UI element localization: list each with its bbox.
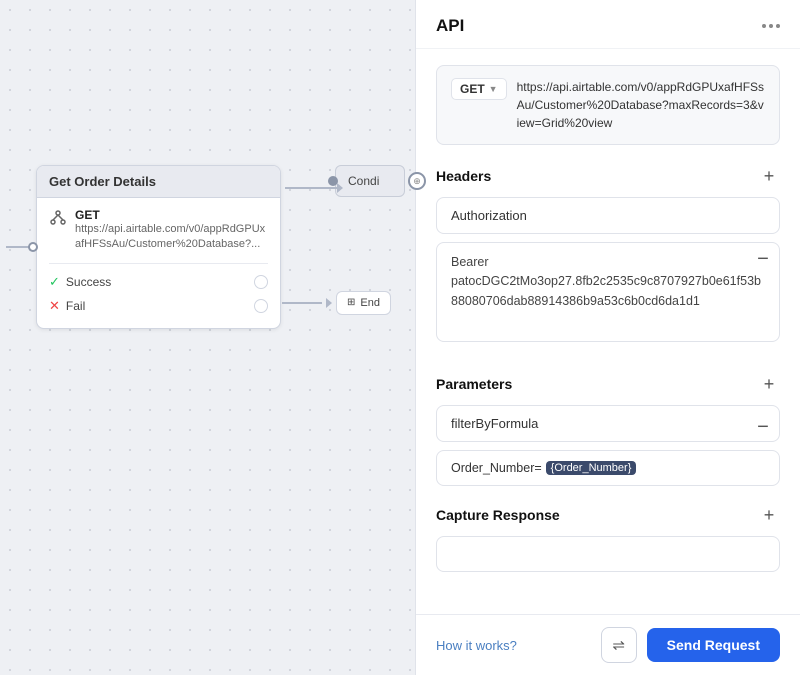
formula-tag[interactable]: {Order_Number} xyxy=(546,461,637,475)
headers-section-header: Headers + xyxy=(436,165,780,187)
fail-x-icon: ✕ xyxy=(49,298,60,314)
method-badge[interactable]: GET ▼ xyxy=(451,78,507,100)
parameters-add-button[interactable]: + xyxy=(758,373,780,395)
success-label: Success xyxy=(66,275,111,289)
panel-footer: How it works? ⇌ Send Request xyxy=(416,614,800,675)
api-panel: API GET ▼ https://api.airtable.com/v0/ap… xyxy=(415,0,800,675)
fail-label: Fail xyxy=(66,299,85,313)
end-node: ⊞ End xyxy=(336,291,391,315)
parameters-section-header: Parameters + xyxy=(436,373,780,395)
capture-response-header: Capture Response + xyxy=(436,504,780,526)
how-it-works-link[interactable]: How it works? xyxy=(436,638,517,653)
node-url: https://api.airtable.com/v0/appRdGPUxafH… xyxy=(75,222,268,253)
cond-right-icon: ⊕ xyxy=(408,172,426,190)
parameters-title: Parameters xyxy=(436,376,512,392)
panel-header: API xyxy=(416,0,800,49)
formula-prefix: Order_Number= xyxy=(451,461,542,475)
node-method: GET xyxy=(75,208,268,222)
parameters-section: Parameters + − Order_Number= {Order_Numbe… xyxy=(436,373,780,486)
get-order-details-node[interactable]: Get Order Details GET xyxy=(36,165,281,329)
footer-actions: ⇌ Send Request xyxy=(601,627,780,663)
authorization-key-input[interactable] xyxy=(436,197,780,234)
canvas-area: Condi ⊕ Get Order Details xyxy=(0,0,415,675)
fail-output-dot[interactable] xyxy=(254,299,268,313)
node-title: Get Order Details xyxy=(37,166,280,198)
api-url-text: https://api.airtable.com/v0/appRdGPUxafH… xyxy=(517,78,765,132)
success-check-icon: ✓ xyxy=(49,274,60,290)
parameters-remove-button[interactable]: − xyxy=(752,416,774,438)
dots-menu-button[interactable] xyxy=(762,24,780,28)
panel-scroll-area: GET ▼ https://api.airtable.com/v0/appRdG… xyxy=(416,49,800,614)
condition-node-stub: Condi ⊕ xyxy=(335,165,405,197)
end-label: End xyxy=(360,297,380,309)
fail-row[interactable]: ✕ Fail xyxy=(49,294,268,318)
headers-add-button[interactable]: + xyxy=(758,165,780,187)
panel-title: API xyxy=(436,16,464,36)
method-label: GET xyxy=(460,82,485,96)
method-chevron-icon: ▼ xyxy=(489,84,498,94)
url-section: GET ▼ https://api.airtable.com/v0/appRdG… xyxy=(436,65,780,145)
settings-icon: ⇌ xyxy=(612,636,625,654)
headers-title: Headers xyxy=(436,168,491,184)
capture-response-title: Capture Response xyxy=(436,507,560,523)
authorization-value-textarea[interactable]: Bearer patocDGC2tMo3op27.8fb2c2535c9c870… xyxy=(436,242,780,342)
success-output-dot[interactable] xyxy=(254,275,268,289)
send-request-button[interactable]: Send Request xyxy=(647,628,780,662)
capture-add-button[interactable]: + xyxy=(758,504,780,526)
capture-response-section: Capture Response + xyxy=(436,504,780,572)
filter-formula-key-input[interactable] xyxy=(436,405,780,442)
settings-icon-button[interactable]: ⇌ xyxy=(601,627,637,663)
headers-section: Headers + Bearer patocDGC2tMo3op27.8fb2c… xyxy=(436,165,780,355)
headers-remove-button[interactable]: − xyxy=(752,248,774,270)
condition-node-label: Condi xyxy=(348,174,379,188)
success-row[interactable]: ✓ Success xyxy=(49,270,268,294)
capture-response-field[interactable] xyxy=(436,536,780,572)
api-icon xyxy=(49,209,67,227)
formula-value-field[interactable]: Order_Number= {Order_Number} xyxy=(436,450,780,486)
